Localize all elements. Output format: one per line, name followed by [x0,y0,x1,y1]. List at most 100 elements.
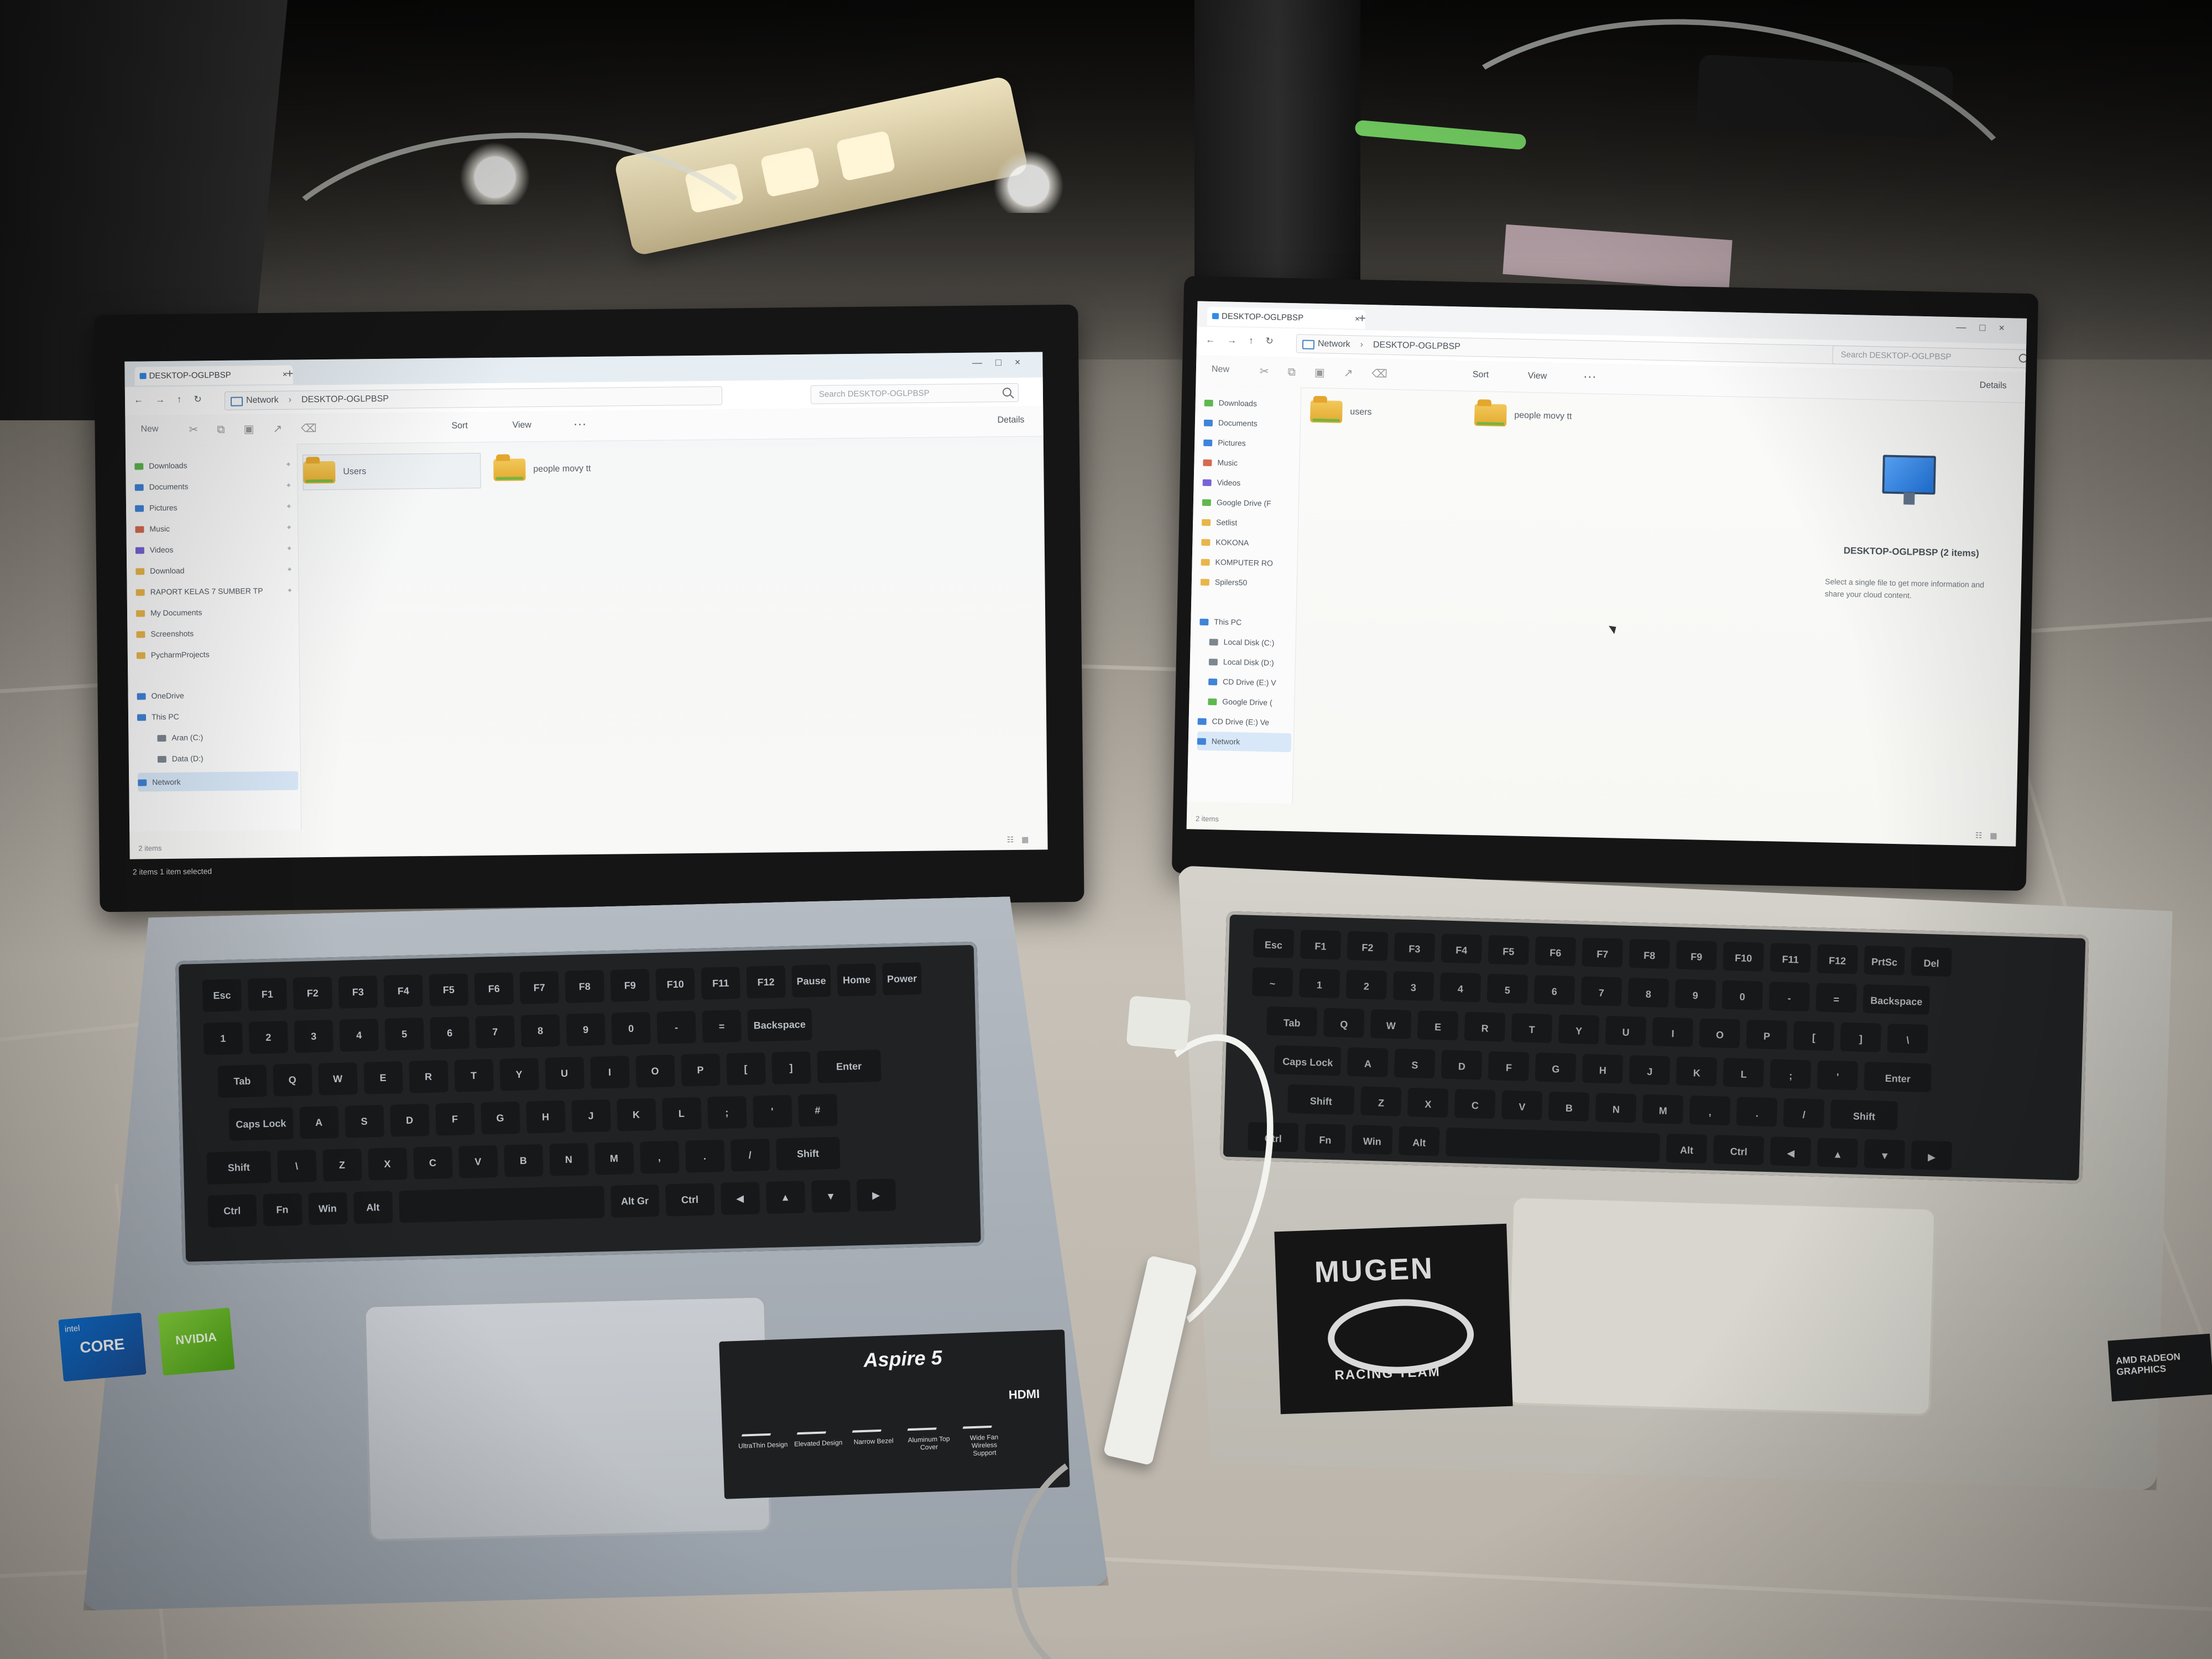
sort-button[interactable]: Sort [1473,370,1489,380]
keyboard-key[interactable]: N [1595,1093,1636,1123]
keyboard-key[interactable]: P [681,1053,720,1087]
keyboard-key[interactable]: M [1642,1094,1683,1124]
sidebar-item-downloads[interactable]: Downloads [1204,393,1298,414]
keyboard-key[interactable]: , [640,1141,679,1174]
keyboard-key[interactable]: 0 [611,1012,650,1045]
left-breadcrumb[interactable]: Network › DESKTOP-OGLPBSP [224,386,723,410]
keyboard-key[interactable]: W [318,1062,357,1095]
keyboard-key[interactable]: B [1548,1092,1589,1121]
keyboard-key[interactable]: A [299,1106,338,1139]
keyboard-key[interactable]: 4 [340,1019,379,1052]
keyboard-key[interactable]: Z [1360,1086,1401,1116]
keyboard-key[interactable]: H [526,1100,565,1134]
keyboard-key[interactable]: Alt [1666,1134,1707,1164]
keyboard-key[interactable]: X [1407,1088,1448,1118]
keyboard-key[interactable]: J [571,1099,611,1133]
left-active-tab[interactable]: DESKTOP-OGLPBSP × [134,365,293,386]
keyboard-key[interactable]: 6 [430,1016,469,1050]
keyboard-key[interactable]: Del [1911,947,1952,977]
details-button[interactable]: Details [1980,380,2007,391]
keyboard-key[interactable]: F10 [655,968,695,1001]
keyboard-key[interactable]: F11 [1770,943,1811,973]
keyboard-key[interactable]: / [1783,1098,1824,1128]
keyboard-key[interactable]: 1 [1299,968,1340,998]
keyboard-key[interactable] [1446,1128,1660,1162]
keyboard-key[interactable]: 3 [1393,971,1434,1001]
breadcrumb-computer[interactable]: DESKTOP-OGLPBSP [1373,340,1460,351]
keyboard-key[interactable]: ; [707,1096,747,1129]
keyboard-key[interactable]: Tab [218,1065,267,1098]
sidebar-item-local-disk-c[interactable]: Local Disk (C:) [1209,632,1292,653]
keyboard-key[interactable]: I [590,1056,629,1089]
keyboard-key[interactable]: Home [837,963,876,997]
more-options-button[interactable]: ··· [573,416,586,432]
keyboard-key[interactable]: F2 [1347,931,1388,961]
keyboard-key[interactable]: . [1736,1097,1777,1126]
keyboard-key[interactable]: Y [499,1058,539,1091]
keyboard-key[interactable]: C [413,1146,452,1180]
keyboard-key[interactable]: B [504,1144,543,1177]
keyboard-key[interactable]: Caps Lock [1274,1045,1342,1076]
keyboard-key[interactable]: PrtSc [1864,946,1905,975]
keyboard-key[interactable]: ▶ [1911,1140,1952,1170]
keyboard-key[interactable]: ; [1770,1059,1811,1089]
keyboard-key[interactable]: R [409,1060,448,1093]
keyboard-key[interactable]: H [1582,1054,1623,1084]
sidebar-item-spilers50[interactable]: Spilers50 [1200,572,1295,593]
sidebar-item-network[interactable]: Network [1197,731,1292,753]
keyboard-key[interactable]: F1 [248,978,287,1011]
keyboard-key[interactable]: , [1689,1095,1730,1125]
sidebar-item-data-d[interactable]: Data (D:) [157,748,296,769]
new-button[interactable]: New [1212,364,1229,375]
keyboard-key[interactable]: ] [771,1051,811,1084]
keyboard-key[interactable]: M [594,1142,634,1175]
keyboard-key[interactable] [399,1186,604,1223]
sidebar-item-onedrive[interactable]: OneDrive [137,685,297,706]
keyboard-key[interactable]: Win [308,1192,347,1225]
keyboard-key[interactable]: Caps Lock [228,1107,293,1141]
keyboard-key[interactable]: ▼ [811,1180,850,1213]
keyboard-key[interactable]: \ [277,1150,316,1183]
keyboard-key[interactable]: Ctrl [207,1194,257,1228]
keyboard-key[interactable]: 5 [1487,974,1528,1004]
keyboard-key[interactable]: F7 [520,971,559,1004]
keyboard-key[interactable]: 1 [204,1022,243,1055]
keyboard-key[interactable]: F8 [565,970,604,1003]
keyboard-key[interactable]: ▶ [856,1178,895,1212]
more-options-button[interactable]: ··· [1583,369,1597,384]
keyboard-key[interactable]: S [1394,1048,1435,1078]
sidebar-item-videos[interactable]: Videos ⌖ [135,539,296,560]
keyboard-key[interactable]: Ctrl [1713,1135,1765,1165]
keyboard-key[interactable]: F [435,1103,474,1136]
keyboard-key[interactable]: Fn [1305,1124,1345,1154]
keyboard-key[interactable]: Win [1352,1125,1392,1155]
keyboard-key[interactable]: ' [753,1095,792,1128]
sidebar-item-pictures[interactable]: Pictures [1203,433,1298,454]
window-controls[interactable]: —□× [1956,321,2018,334]
window-controls[interactable]: —□× [972,357,1034,369]
keyboard-key[interactable]: Shift [776,1137,841,1171]
keyboard-key[interactable]: Enter [1864,1062,1932,1092]
keyboard-key[interactable]: F6 [474,972,514,1005]
keyboard-key[interactable]: R [1464,1012,1505,1042]
sidebar-item-screenshots[interactable]: Screenshots [136,623,296,644]
sidebar-item-music[interactable]: Music ⌖ [135,518,295,539]
keyboard-key[interactable]: F7 [1582,938,1623,968]
keyboard-key[interactable]: L [1723,1058,1764,1088]
keyboard-key[interactable]: D [390,1104,429,1137]
keyboard-key[interactable]: Enter [817,1050,881,1083]
keyboard-key[interactable]: F8 [1629,939,1670,969]
keyboard-key[interactable]: F4 [384,974,423,1008]
keyboard-key[interactable]: ▼ [1864,1139,1905,1169]
keyboard-key[interactable]: Q [273,1063,312,1097]
keyboard-key[interactable]: ▲ [1817,1138,1858,1168]
keyboard-key[interactable]: U [1605,1016,1646,1046]
keyboard-key[interactable]: G [481,1102,520,1135]
view-button[interactable]: View [1528,371,1547,382]
keyboard-key[interactable]: O [635,1055,675,1088]
keyboard-key[interactable]: F12 [1817,944,1858,974]
keyboard-key[interactable]: 7 [476,1015,515,1048]
keyboard-key[interactable]: A [1347,1047,1388,1077]
keyboard-key[interactable]: Q [1323,1008,1364,1038]
keyboard-key[interactable]: Shift [1830,1099,1898,1130]
